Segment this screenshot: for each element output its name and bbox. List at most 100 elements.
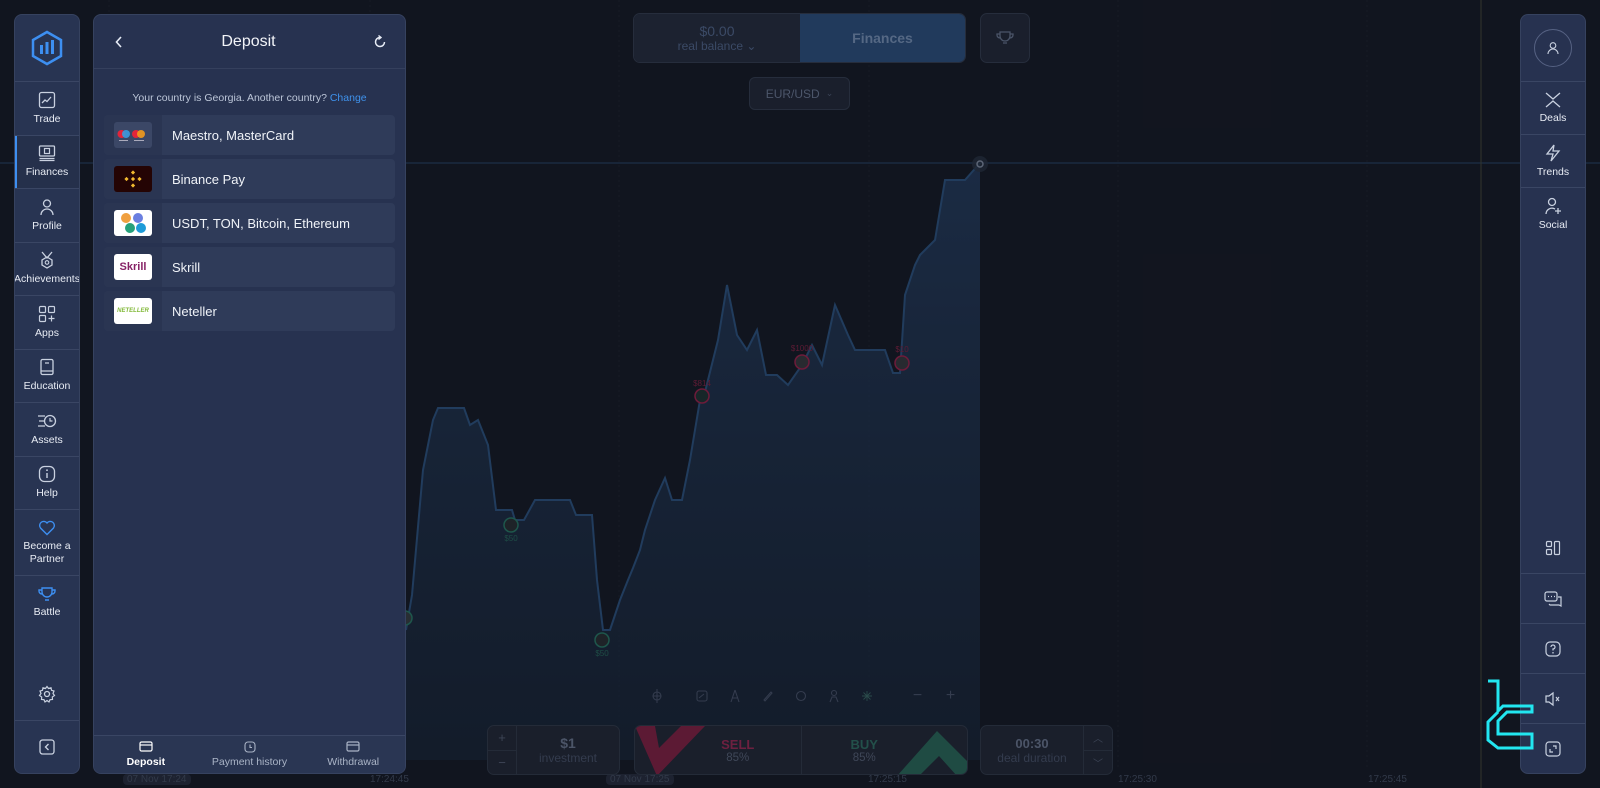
sidebar-item-partner[interactable]: Become a Partner (15, 509, 79, 575)
payment-method-crypto[interactable]: USDT, TON, Bitcoin, Ethereum (104, 203, 395, 243)
right-item-label: Social (1538, 219, 1568, 231)
increase-investment-button[interactable]: + (488, 726, 516, 751)
drawing-tool[interactable] (718, 684, 751, 708)
zoom-out-button[interactable]: − (901, 684, 934, 708)
people-tool[interactable] (817, 684, 850, 708)
sidebar-item-apps[interactable]: Apps (15, 295, 79, 349)
buy-percent: 85% (852, 751, 876, 764)
avatar[interactable] (1534, 29, 1572, 67)
sidebar-item-label: Trade (33, 112, 61, 125)
layout-button[interactable] (1521, 523, 1585, 573)
book-icon (40, 359, 54, 376)
sidebar-item-label: Profile (32, 219, 62, 232)
trophy-icon (996, 31, 1014, 44)
neteller-logo: NETELLER (114, 298, 152, 324)
pencil-tool[interactable] (751, 684, 784, 708)
asset-selector[interactable]: EUR/USD ⌄ (749, 77, 850, 110)
payment-method-binance-pay[interactable]: Binance Pay (104, 159, 395, 199)
assets-clock-icon (38, 414, 57, 427)
trade-marker-sell[interactable] (794, 354, 810, 370)
trading-app: $50 $50 $814 $1000 $10 07 Nov 17:24 17:2… (0, 0, 1600, 788)
binance-logo (114, 166, 152, 192)
buy-button[interactable]: BUY 85% (802, 726, 967, 774)
time-label: 07 Nov 17:24 (123, 774, 191, 785)
sidebar-item-trade[interactable]: Trade (15, 81, 79, 135)
duration-value: 00:30 (1015, 735, 1049, 751)
sidebar-item-finances[interactable]: Finances (15, 134, 79, 188)
country-text: Your country is Georgia. Another country… (132, 92, 327, 104)
tab-label: Deposit (126, 756, 166, 768)
refresh-button[interactable] (373, 34, 387, 49)
logo-container (104, 159, 162, 199)
finances-icon (38, 145, 56, 162)
trade-marker-buy[interactable] (594, 632, 610, 648)
mute-icon (1545, 691, 1560, 706)
sidebar-item-label: Help (36, 487, 58, 500)
grid-tool[interactable] (850, 684, 883, 708)
tab-deposit[interactable]: Deposit (94, 736, 198, 773)
circle-icon (795, 690, 806, 702)
right-item-trends[interactable]: Trends (1521, 134, 1585, 187)
right-item-social[interactable]: Social (1521, 187, 1585, 240)
sidebar-item-education[interactable]: Education (15, 348, 79, 403)
sidebar-item-battle[interactable]: Battle (15, 575, 79, 629)
sidebar-item-help[interactable]: Help (15, 455, 79, 510)
candle-icon (651, 689, 662, 703)
decrease-investment-button[interactable]: − (488, 751, 516, 775)
time-label: 17:24:45 (370, 774, 409, 785)
zoom-in-button[interactable]: + (934, 684, 967, 708)
withdrawal-card-icon (346, 741, 360, 752)
asset-pair-label: EUR/USD (765, 86, 820, 101)
duration-up-button[interactable]: ︿ (1084, 726, 1112, 751)
watermark-logo (1485, 678, 1537, 755)
collapse-sidebar-button[interactable] (15, 720, 79, 773)
investment-field[interactable]: $1 investment (517, 726, 619, 774)
settings-button[interactable] (15, 667, 79, 720)
trade-marker-sell[interactable] (694, 388, 710, 404)
payment-method-maestro-mastercard[interactable]: Maestro, MasterCard (104, 115, 395, 155)
sell-button[interactable]: SELL 85% (635, 726, 802, 774)
sell-arrow-icon (635, 726, 705, 774)
sidebar-item-label: Assets (31, 433, 63, 446)
sidebar-item-label: Achievements (14, 273, 80, 286)
back-button[interactable] (114, 35, 124, 49)
left-sidebar: Trade Finances Profile Achievements Apps… (14, 14, 80, 774)
sidebar-item-assets[interactable]: Assets (15, 402, 79, 456)
deals-icon (1545, 92, 1561, 108)
tab-withdrawal[interactable]: Withdrawal (301, 736, 405, 773)
trade-buttons: SELL 85% BUY 85% (634, 725, 968, 775)
payment-method-neteller[interactable]: NETELLER Neteller (104, 291, 395, 331)
shape-tool[interactable] (784, 684, 817, 708)
skrill-logo-text: Skrill (119, 261, 147, 273)
apps-grid-icon (38, 305, 56, 322)
right-item-deals[interactable]: Deals (1521, 81, 1585, 134)
duration-control: 00:30 deal duration ︿ ﹀ (980, 725, 1113, 775)
sidebar-item-profile[interactable]: Profile (15, 188, 79, 242)
sidebar-item-achievements[interactable]: Achievements (14, 241, 80, 296)
pencil-icon (762, 691, 773, 702)
payment-method-skrill[interactable]: Skrill Skrill (104, 247, 395, 287)
trade-marker-sell[interactable] (894, 355, 910, 371)
change-country-link[interactable]: Change (330, 92, 367, 104)
time-label: 07 Nov 17:25 (606, 774, 674, 785)
logo-icon (31, 30, 63, 66)
brand-logo[interactable] (15, 15, 79, 81)
finances-button[interactable]: Finances (800, 14, 965, 62)
chart-type-tool[interactable] (685, 684, 718, 708)
refresh-icon (374, 34, 386, 47)
duration-field[interactable]: 00:30 deal duration (981, 726, 1083, 774)
duration-down-button[interactable]: ﹀ (1084, 751, 1112, 775)
trade-marker-buy[interactable] (503, 517, 519, 533)
help-button[interactable] (1521, 623, 1585, 673)
marker-label: $50 (504, 534, 518, 543)
chevron-left-icon (115, 35, 122, 48)
chat-button[interactable] (1521, 573, 1585, 623)
panel-tabs: Deposit Payment history Withdrawal (94, 735, 405, 773)
indicators-tool[interactable] (640, 684, 673, 708)
tournaments-button[interactable] (980, 13, 1030, 63)
user-icon (40, 199, 54, 215)
panel-title: Deposit (221, 32, 276, 50)
balance-selector[interactable]: $0.00 real balance ⌄ (634, 14, 800, 62)
tab-payment-history[interactable]: Payment history (198, 736, 302, 773)
